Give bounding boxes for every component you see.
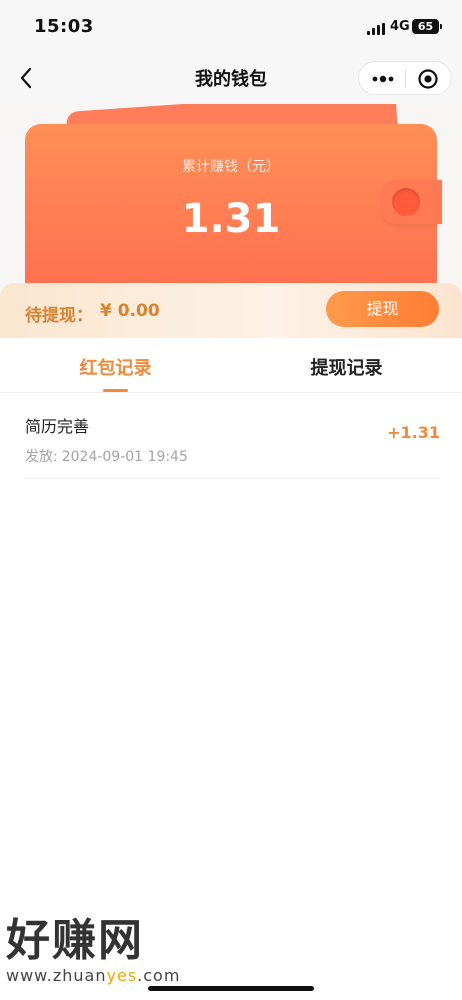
watermark: 好赚网 www.zhuanyes.com: [6, 916, 180, 986]
watermark-url-suffix: .com: [137, 966, 181, 985]
nav-bar: 我的钱包: [0, 52, 462, 104]
wallet-page: 15:03 4G 65 我的钱包 累计赚钱（元） 1.31 待提现： ¥ 0.0…: [0, 0, 462, 1000]
pending-label: 待提现：: [25, 306, 93, 326]
more-button[interactable]: [371, 69, 395, 89]
target-circle-icon: [418, 69, 438, 89]
record-amount: +1.31: [387, 423, 440, 442]
record-title: 简历完善: [25, 417, 90, 436]
battery-level: 65: [417, 20, 434, 33]
miniapp-capsule: [358, 61, 452, 95]
network-type: 4G: [390, 19, 410, 34]
active-tab-indicator: [103, 389, 128, 392]
record-time: 发放: 2024-09-01 19:45: [25, 446, 188, 466]
list-item: 简历完善 发放: 2024-09-01 19:45 +1.31: [25, 393, 440, 479]
watermark-url-prefix: www.zhuan: [6, 966, 107, 985]
battery-icon: 65: [412, 19, 442, 34]
withdraw-button[interactable]: 提现: [326, 291, 439, 327]
watermark-url-highlight: yes: [106, 966, 138, 985]
tab-red-packet-records[interactable]: 红包记录: [0, 354, 231, 380]
pending-amount: ¥ 0.00: [100, 301, 160, 321]
status-bar: 15:03 4G 65: [0, 0, 462, 52]
record-time-label: 发放:: [25, 449, 58, 465]
total-earned-amount: 1.31: [181, 196, 281, 242]
home-indicator: [148, 986, 314, 991]
capsule-divider: [405, 70, 406, 88]
total-earned-label: 累计赚钱（元）: [182, 159, 280, 175]
record-time-value: 2024-09-01 19:45: [61, 449, 188, 465]
tab-withdraw-records[interactable]: 提现记录: [231, 354, 462, 380]
pending-withdraw-bar: 待提现： ¥ 0.00 提现: [0, 283, 462, 338]
more-dots-icon: [372, 75, 394, 83]
close-miniapp-button[interactable]: [417, 68, 439, 90]
signal-icon: [367, 23, 385, 35]
record-tabs: 红包记录 提现记录: [0, 338, 462, 393]
watermark-url: www.zhuanyes.com: [6, 966, 180, 986]
watermark-logo-text: 好赚网: [6, 915, 144, 966]
wallet-clasp-button-icon: [392, 188, 420, 216]
status-time: 15:03: [34, 16, 94, 37]
